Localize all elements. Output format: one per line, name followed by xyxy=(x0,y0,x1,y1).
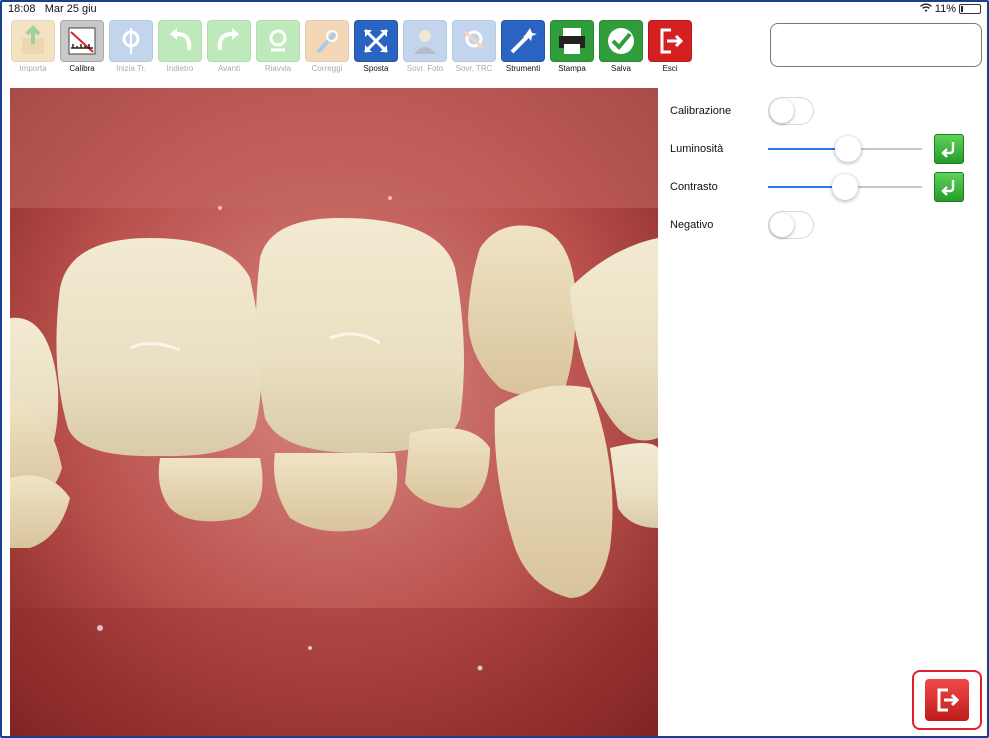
toolbar-label: Salva xyxy=(610,64,631,73)
print-icon xyxy=(550,20,594,62)
status-right: 11% xyxy=(919,2,981,16)
move-icon xyxy=(354,20,398,62)
toolbar-import-button[interactable]: Importa xyxy=(10,20,56,84)
battery-icon xyxy=(959,4,981,14)
brightness-row: Luminosità xyxy=(670,130,970,168)
toolbar-exit-button[interactable]: Esci xyxy=(647,20,693,84)
toolbar-label: Correggi xyxy=(311,64,343,73)
search-input[interactable] xyxy=(770,23,982,67)
toolbar: Importa Calibra Inizia Tr. Indietro Avanti Ri… xyxy=(10,20,693,84)
toolbar-save-check-button[interactable]: Salva xyxy=(598,20,644,84)
contrast-label: Contrasto xyxy=(670,181,718,193)
toolbar-tools-wand-button[interactable]: Strumenti xyxy=(500,20,546,84)
status-time: 18:08 xyxy=(8,3,36,15)
brightness-slider[interactable] xyxy=(768,135,922,163)
import-icon xyxy=(11,20,55,62)
exit-icon xyxy=(925,679,969,721)
status-bar: 18:08 Mar 25 giu 11% xyxy=(8,2,981,16)
reset-arrow-icon xyxy=(941,142,955,158)
start-tracing-icon xyxy=(109,20,153,62)
toolbar-label: Indietro xyxy=(166,64,194,73)
slider-thumb[interactable] xyxy=(835,136,861,162)
status-date: Mar 25 giu xyxy=(44,3,97,15)
toolbar-label: Calibra xyxy=(69,64,95,73)
dental-photo-image xyxy=(10,88,658,736)
negative-toggle[interactable] xyxy=(768,211,814,239)
toolbar-label: Importa xyxy=(19,64,47,73)
toolbar-redo-button[interactable]: Avanti xyxy=(206,20,252,84)
brightness-reset-button[interactable] xyxy=(934,134,964,164)
redo-icon xyxy=(207,20,251,62)
toolbar-undo-button[interactable]: Indietro xyxy=(157,20,203,84)
contrast-reset-button[interactable] xyxy=(934,172,964,202)
toolbar-move-button[interactable]: Sposta xyxy=(353,20,399,84)
negative-label: Negativo xyxy=(670,219,714,231)
toolbar-label: Sposta xyxy=(363,64,389,73)
reset-arrow-icon xyxy=(941,180,955,196)
toolbar-label: Strumenti xyxy=(505,64,541,73)
toolbar-overlay-photo-button[interactable]: Sovr. Foto xyxy=(402,20,448,84)
toolbar-restart-button[interactable]: Riavvia xyxy=(255,20,301,84)
restart-icon xyxy=(256,20,300,62)
brightness-label: Luminosità xyxy=(670,143,724,155)
toolbar-label: Sovr. TRC xyxy=(455,64,493,73)
toolbar-calibrate-button[interactable]: Calibra xyxy=(59,20,105,84)
toggle-knob xyxy=(770,213,794,237)
exit-icon xyxy=(648,20,692,62)
calibration-row: Calibrazione xyxy=(670,92,970,130)
slider-thumb[interactable] xyxy=(832,174,858,200)
dental-photo[interactable] xyxy=(10,88,658,736)
adjustments-panel: Calibrazione Luminosità Contrasto Negati… xyxy=(670,92,970,244)
toolbar-label: Riavvia xyxy=(264,64,292,73)
toolbar-label: Stampa xyxy=(558,64,586,73)
toolbar-start-tracing-button[interactable]: Inizia Tr. xyxy=(108,20,154,84)
overlay-trc-icon xyxy=(452,20,496,62)
contrast-row: Contrasto xyxy=(670,168,970,206)
toolbar-label: Esci xyxy=(662,64,678,73)
status-left: 18:08 Mar 25 giu xyxy=(8,3,97,15)
toolbar-label: Inizia Tr. xyxy=(116,64,146,73)
contrast-slider[interactable] xyxy=(768,173,922,201)
correct-icon xyxy=(305,20,349,62)
toolbar-label: Avanti xyxy=(217,64,241,73)
undo-icon xyxy=(158,20,202,62)
battery-percent: 11% xyxy=(934,3,956,15)
toggle-knob xyxy=(770,99,794,123)
negative-row: Negativo xyxy=(670,206,970,244)
calibration-toggle[interactable] xyxy=(768,97,814,125)
calibrate-icon xyxy=(60,20,104,62)
tools-wand-icon xyxy=(501,20,545,62)
toolbar-correct-button[interactable]: Correggi xyxy=(304,20,350,84)
calibration-label: Calibrazione xyxy=(670,105,732,117)
toolbar-label: Sovr. Foto xyxy=(406,64,444,73)
toolbar-overlay-trc-button[interactable]: Sovr. TRC xyxy=(451,20,497,84)
toolbar-print-button[interactable]: Stampa xyxy=(549,20,595,84)
exit-button[interactable] xyxy=(912,670,982,730)
overlay-photo-icon xyxy=(403,20,447,62)
wifi-icon xyxy=(919,2,932,16)
save-check-icon xyxy=(599,20,643,62)
